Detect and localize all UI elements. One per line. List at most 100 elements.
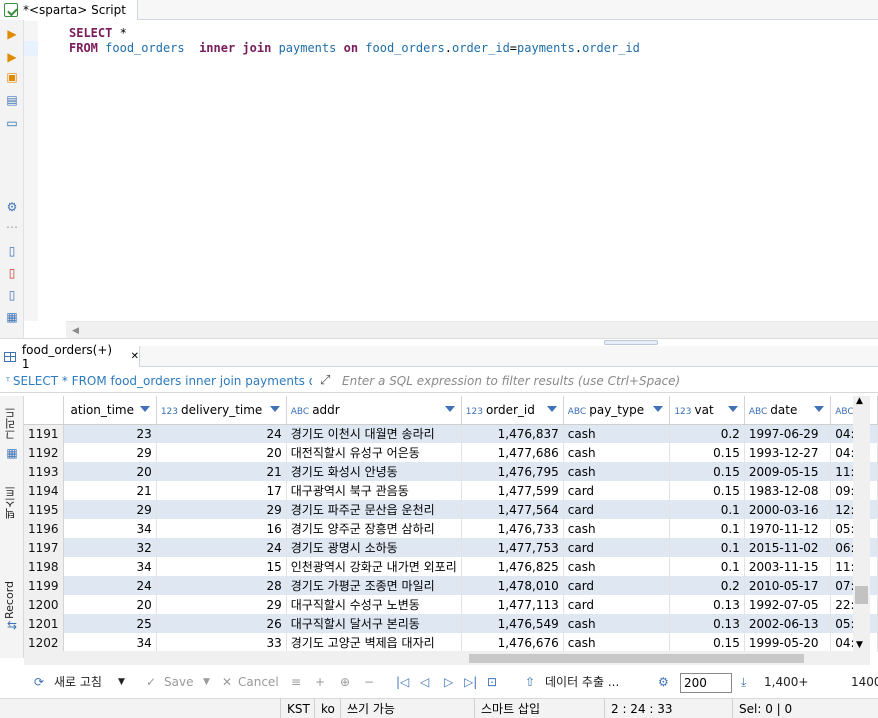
table-cell[interactable]: 1,477,113: [461, 595, 564, 614]
table-cell[interactable]: 0.15: [669, 443, 745, 462]
record-view-button[interactable]: Record: [3, 576, 21, 624]
row-number-cell[interactable]: 1192: [24, 443, 64, 462]
table-cell[interactable]: 32: [63, 538, 157, 557]
cancel-button[interactable]: Cancel: [238, 674, 279, 690]
table-cell[interactable]: card: [563, 538, 671, 557]
table-row[interactable]: 1194 21 17 대구광역시 북구 관음동 1,477,599 card 0.15 198…: [24, 481, 878, 500]
table-cell[interactable]: 20: [63, 595, 157, 614]
table-row[interactable]: 1197 32 24 경기도 광명시 소하동 1,477,753 card 0.1 2015-…: [24, 538, 878, 557]
grid-view-button[interactable]: 그리드: [3, 404, 21, 444]
table-cell[interactable]: 2010-05-17: [744, 576, 832, 595]
export-data-icon[interactable]: ⇧: [525, 674, 535, 690]
grid-view-icon[interactable]: ▦: [5, 446, 19, 460]
table-cell[interactable]: 24: [156, 538, 287, 557]
table-cell[interactable]: 경기도 화성시 안녕동: [286, 462, 462, 481]
row-number-cell[interactable]: 1195: [24, 500, 64, 519]
table-cell[interactable]: 대전직할시 유성구 어은동: [286, 443, 462, 462]
table-cell[interactable]: 경기도 광명시 소하동: [286, 538, 462, 557]
table-cell[interactable]: 대구광역시 북구 관음동: [286, 481, 462, 500]
table-row[interactable]: 1191 23 24 경기도 이천시 대월면 송라리 1,476,837 cash 0.2 1…: [24, 424, 878, 443]
table-cell[interactable]: 0.13: [669, 595, 745, 614]
table-cell[interactable]: cash: [563, 443, 671, 462]
table-cell[interactable]: 경기도 파주군 문산읍 운천리: [286, 500, 462, 519]
table-cell[interactable]: cash: [563, 462, 671, 481]
table-cell[interactable]: 대구직할시 수성구 노변동: [286, 595, 462, 614]
table-row[interactable]: 1199 24 28 경기도 가평군 조종면 마일리 1,478,010 card 0.2 2…: [24, 576, 878, 595]
table-row[interactable]: 1196 34 16 경기도 양주군 장흥면 삼하리 1,476,733 cash 0.1 1…: [24, 519, 878, 538]
sort-filter-arrow-icon[interactable]: [269, 406, 280, 412]
table-cell[interactable]: 1970-11-12: [744, 519, 832, 538]
table-cell[interactable]: 20: [156, 443, 287, 462]
outline-icon[interactable]: ▦: [5, 310, 19, 324]
table-cell[interactable]: 1,477,564: [461, 500, 564, 519]
row-number-cell[interactable]: 1200: [24, 595, 64, 614]
save-dropdown-icon[interactable]: ▼: [203, 674, 210, 690]
table-cell[interactable]: 34: [63, 519, 157, 538]
expand-filter-icon[interactable]: ⤢: [320, 373, 336, 389]
column-header[interactable]: 123 vat: [669, 396, 745, 425]
table-cell[interactable]: 2015-11-02: [744, 538, 832, 557]
save-button[interactable]: Save: [164, 674, 193, 690]
table-cell[interactable]: 1993-12-27: [744, 443, 832, 462]
table-cell[interactable]: 1,478,010: [461, 576, 564, 595]
table-row[interactable]: 1192 29 20 대전직할시 유성구 어은동 1,477,686 cash 0.15 19…: [24, 443, 878, 462]
table-cell[interactable]: 0.2: [669, 576, 745, 595]
row-number-cell[interactable]: 1193: [24, 462, 64, 481]
table-cell[interactable]: 2002-06-13: [744, 614, 832, 633]
table-cell[interactable]: 17: [156, 481, 287, 500]
grid-horizontal-scrollbar[interactable]: [24, 651, 870, 665]
previous-page-icon[interactable]: ◁: [420, 674, 429, 690]
table-cell[interactable]: 0.1: [669, 538, 745, 557]
refresh-dropdown-icon[interactable]: ▼: [118, 674, 125, 690]
table-cell[interactable]: 0.15: [669, 633, 745, 652]
table-cell[interactable]: 1,476,733: [461, 519, 564, 538]
table-cell[interactable]: 인천광역시 강화군 내가면 외포리: [286, 557, 462, 576]
scroll-down-arrow-icon[interactable]: ▼: [856, 640, 863, 650]
table-cell[interactable]: 24: [63, 576, 157, 595]
table-cell[interactable]: card: [563, 481, 671, 500]
sort-filter-arrow-icon[interactable]: [653, 406, 664, 412]
table-cell[interactable]: cash: [563, 424, 671, 443]
row-number-cell[interactable]: 1191: [24, 424, 64, 443]
table-cell[interactable]: 34: [63, 633, 157, 652]
table-cell[interactable]: 1992-07-05: [744, 595, 832, 614]
table-cell[interactable]: 2000-03-16: [744, 500, 832, 519]
table-cell[interactable]: 33: [156, 633, 287, 652]
last-page-icon[interactable]: ▷|: [464, 674, 477, 690]
table-cell[interactable]: 21: [63, 481, 157, 500]
table-cell[interactable]: 1997-06-29: [744, 424, 832, 443]
refresh-icon[interactable]: ⟳: [34, 674, 44, 690]
table-cell[interactable]: 23: [63, 424, 157, 443]
table-cell[interactable]: 1,476,825: [461, 557, 564, 576]
export-script-icon[interactable]: ▯: [5, 288, 19, 302]
load-script-icon[interactable]: ▯: [5, 244, 19, 258]
result-limit-input[interactable]: 200: [680, 673, 732, 693]
table-cell[interactable]: 29: [63, 500, 157, 519]
sort-filter-arrow-icon[interactable]: [546, 406, 557, 412]
column-header[interactable]: ABC date: [744, 396, 832, 425]
scroll-up-arrow-icon[interactable]: ▲: [856, 396, 863, 406]
next-page-icon[interactable]: ▷: [444, 674, 453, 690]
row-number-cell[interactable]: 1202: [24, 633, 64, 652]
table-cell[interactable]: cash: [563, 519, 671, 538]
table-cell[interactable]: 28: [156, 576, 287, 595]
tab-script[interactable]: *<sparta> Script: [0, 0, 138, 20]
execute-in-new-tab-icon[interactable]: ▶: [5, 50, 19, 64]
table-cell[interactable]: 1,476,549: [461, 614, 564, 633]
table-cell[interactable]: 0.1: [669, 557, 745, 576]
table-cell[interactable]: 1,477,599: [461, 481, 564, 500]
table-cell[interactable]: 경기도 이천시 대월면 송라리: [286, 424, 462, 443]
filter-expression-input[interactable]: Enter a SQL expression to filter results…: [342, 374, 680, 388]
table-row[interactable]: 1195 29 29 경기도 파주군 문산읍 운천리 1,477,564 card 0.1 2…: [24, 500, 878, 519]
table-cell[interactable]: 29: [63, 443, 157, 462]
table-cell[interactable]: 20: [63, 462, 157, 481]
terminal-icon[interactable]: ▭: [5, 116, 19, 130]
table-cell[interactable]: 25: [63, 614, 157, 633]
editor-horizontal-scrollbar[interactable]: ◀: [66, 321, 878, 338]
edit-row-icon[interactable]: ≡: [291, 674, 301, 690]
fetch-all-icon[interactable]: ⊡: [487, 674, 497, 690]
column-header[interactable]: ABC pay_type: [563, 396, 671, 425]
close-tab-icon[interactable]: ✕: [131, 351, 139, 362]
sort-filter-arrow-icon[interactable]: [727, 406, 738, 412]
table-cell[interactable]: card: [563, 595, 671, 614]
